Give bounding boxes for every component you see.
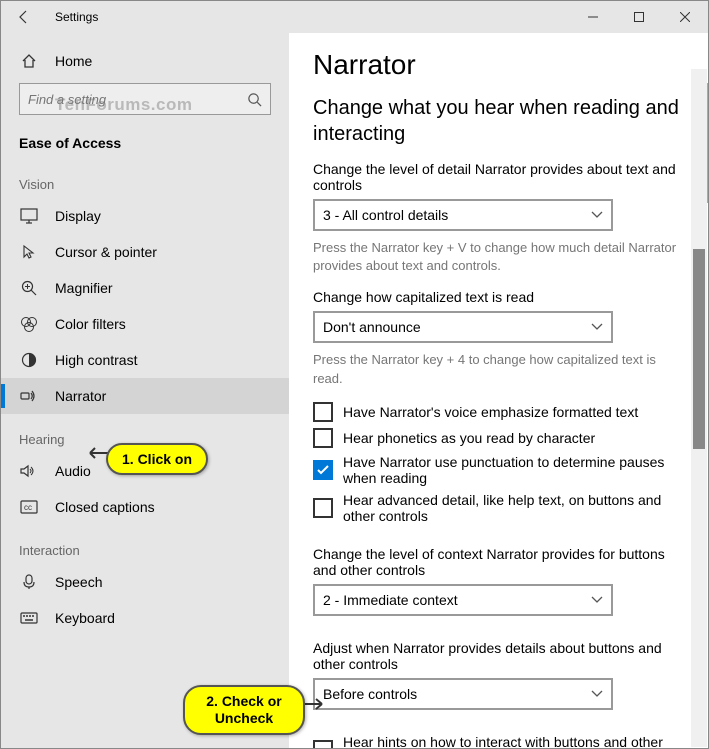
- audio-icon: [19, 464, 39, 478]
- svg-text:cc: cc: [24, 503, 32, 512]
- nav-label: Color filters: [55, 316, 126, 332]
- speech-icon: [19, 574, 39, 590]
- sidebar-item-narrator[interactable]: Narrator: [1, 378, 289, 414]
- detail-hint: Press the Narrator key + V to change how…: [313, 239, 684, 275]
- titlebar: Settings: [1, 1, 708, 33]
- sidebar-item-magnifier[interactable]: Magnifier: [1, 270, 289, 306]
- nav-label: Closed captions: [55, 499, 155, 515]
- sidebar-item-speech[interactable]: Speech: [1, 564, 289, 600]
- checkbox-icon: [313, 402, 333, 422]
- checkbox-emphasize[interactable]: Have Narrator's voice emphasize formatte…: [313, 402, 684, 422]
- nav-label: Cursor & pointer: [55, 244, 157, 260]
- maximize-button[interactable]: [616, 1, 662, 33]
- select-value: 2 - Immediate context: [323, 592, 458, 608]
- group-vision: Vision: [1, 159, 289, 198]
- detail-label: Change the level of detail Narrator prov…: [313, 161, 684, 193]
- sidebar-item-cc[interactable]: cc Closed captions: [1, 489, 289, 525]
- checkbox-punctuation[interactable]: Have Narrator use punctuation to determi…: [313, 454, 684, 486]
- callout-2: 2. Check or Uncheck: [183, 685, 305, 735]
- scrollbar-thumb[interactable]: [693, 249, 705, 449]
- checkbox-icon: [313, 460, 333, 480]
- callout-1: 1. Click on: [106, 443, 208, 475]
- monitor-icon: [19, 208, 39, 224]
- nav-label: High contrast: [55, 352, 137, 368]
- callout-2-text: 2. Check or Uncheck: [199, 693, 289, 727]
- nav-label: Keyboard: [55, 610, 115, 626]
- sidebar-section: Ease of Access: [1, 125, 289, 159]
- narrator-icon: [19, 389, 39, 403]
- sidebar-item-cursor[interactable]: Cursor & pointer: [1, 234, 289, 270]
- select-value: 3 - All control details: [323, 207, 448, 223]
- colorfilters-icon: [19, 316, 39, 332]
- checkbox-label: Hear phonetics as you read by character: [343, 430, 595, 446]
- checkbox-icon: [313, 428, 333, 448]
- minimize-button[interactable]: [570, 1, 616, 33]
- search-icon: [247, 92, 262, 107]
- adjust-select[interactable]: Before controls: [313, 678, 613, 710]
- cc-icon: cc: [19, 500, 39, 514]
- checkbox-icon: [313, 740, 333, 748]
- search-box[interactable]: [19, 83, 271, 115]
- chevron-down-icon: [591, 323, 603, 331]
- sidebar-item-highcontrast[interactable]: High contrast: [1, 342, 289, 378]
- highcontrast-icon: [19, 352, 39, 368]
- sidebar-home[interactable]: Home: [1, 45, 289, 77]
- caps-hint: Press the Narrator key + 4 to change how…: [313, 351, 684, 387]
- select-value: Don't announce: [323, 319, 421, 335]
- nav-label: Display: [55, 208, 101, 224]
- checkbox-hints[interactable]: Hear hints on how to interact with butto…: [313, 734, 684, 748]
- group-interaction: Interaction: [1, 525, 289, 564]
- caps-select[interactable]: Don't announce: [313, 311, 613, 343]
- close-button[interactable]: [662, 1, 708, 33]
- nav-label: Magnifier: [55, 280, 113, 296]
- sidebar: TenForums.com Home Ease of Access Vision…: [1, 33, 289, 748]
- caps-label: Change how capitalized text is read: [313, 289, 684, 305]
- sidebar-home-label: Home: [55, 53, 92, 69]
- checkbox-label: Have Narrator use punctuation to determi…: [343, 454, 684, 486]
- window-scrollbar[interactable]: [691, 69, 707, 747]
- section-heading: Change what you hear when reading and in…: [313, 95, 684, 147]
- adjust-label: Adjust when Narrator provides details ab…: [313, 640, 684, 672]
- home-icon: [19, 53, 39, 69]
- checkbox-label: Hear hints on how to interact with butto…: [343, 734, 684, 748]
- checkbox-advanced[interactable]: Hear advanced detail, like help text, on…: [313, 492, 684, 524]
- sidebar-item-keyboard[interactable]: Keyboard: [1, 600, 289, 636]
- window-title: Settings: [55, 10, 98, 24]
- sidebar-item-colorfilters[interactable]: Color filters: [1, 306, 289, 342]
- checkbox-icon: [313, 498, 333, 518]
- checkbox-label: Have Narrator's voice emphasize formatte…: [343, 404, 638, 420]
- chevron-down-icon: [591, 211, 603, 219]
- magnifier-icon: [19, 280, 39, 296]
- context-label: Change the level of context Narrator pro…: [313, 546, 684, 578]
- nav-label: Speech: [55, 574, 102, 590]
- search-input[interactable]: [28, 92, 247, 107]
- keyboard-icon: [19, 612, 39, 624]
- checkbox-label: Hear advanced detail, like help text, on…: [343, 492, 684, 524]
- chevron-down-icon: [591, 596, 603, 604]
- detail-select[interactable]: 3 - All control details: [313, 199, 613, 231]
- back-button[interactable]: [1, 1, 47, 33]
- content-pane: Narrator Change what you hear when readi…: [289, 33, 708, 748]
- nav-label: Audio: [55, 463, 91, 479]
- sidebar-item-display[interactable]: Display: [1, 198, 289, 234]
- select-value: Before controls: [323, 686, 417, 702]
- nav-label: Narrator: [55, 388, 106, 404]
- chevron-down-icon: [591, 690, 603, 698]
- context-select[interactable]: 2 - Immediate context: [313, 584, 613, 616]
- page-title: Narrator: [313, 49, 684, 81]
- cursor-icon: [19, 244, 39, 260]
- checkbox-phonetics[interactable]: Hear phonetics as you read by character: [313, 428, 684, 448]
